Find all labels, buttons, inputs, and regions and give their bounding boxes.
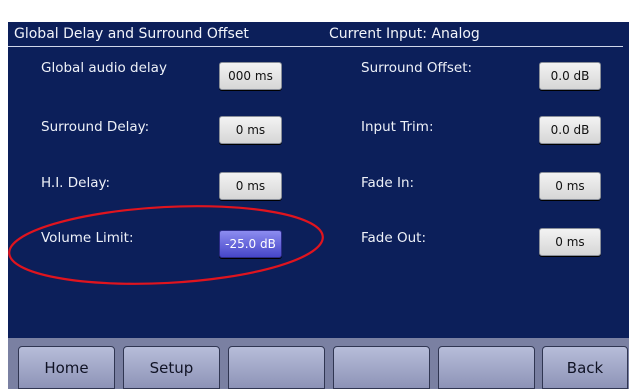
input-trim-value[interactable]: 0.0 dB	[539, 116, 601, 144]
surround-delay-value[interactable]: 0 ms	[219, 116, 282, 144]
surround-delay-label: Surround Delay:	[41, 119, 150, 135]
volume-limit-value[interactable]: -25.0 dB	[219, 230, 282, 258]
blank-button-2[interactable]	[333, 346, 430, 389]
global-audio-delay-label: Global audio delay	[41, 60, 167, 76]
settings-screen: Global Delay and Surround Offset Current…	[8, 22, 629, 389]
fade-in-label: Fade In:	[361, 175, 415, 191]
header-divider	[8, 46, 623, 47]
home-button[interactable]: Home	[18, 346, 115, 389]
hi-delay-value[interactable]: 0 ms	[219, 172, 282, 200]
input-trim-label: Input Trim:	[361, 119, 434, 135]
setup-button[interactable]: Setup	[123, 346, 220, 389]
fade-out-label: Fade Out:	[361, 230, 426, 246]
blank-button-1[interactable]	[228, 346, 325, 389]
volume-limit-label: Volume Limit:	[41, 230, 134, 246]
fade-out-value[interactable]: 0 ms	[539, 228, 601, 256]
nav-bar: Home Setup Back	[8, 338, 629, 389]
surround-offset-label: Surround Offset:	[361, 60, 473, 76]
surround-offset-value[interactable]: 0.0 dB	[539, 62, 601, 90]
blank-button-3[interactable]	[438, 346, 535, 389]
current-input-status: Current Input: Analog	[329, 26, 480, 42]
global-audio-delay-value[interactable]: 000 ms	[219, 62, 282, 90]
back-button[interactable]: Back	[542, 346, 628, 389]
fade-in-value[interactable]: 0 ms	[539, 172, 601, 200]
page-title: Global Delay and Surround Offset	[14, 26, 249, 42]
hi-delay-label: H.I. Delay:	[41, 175, 111, 191]
